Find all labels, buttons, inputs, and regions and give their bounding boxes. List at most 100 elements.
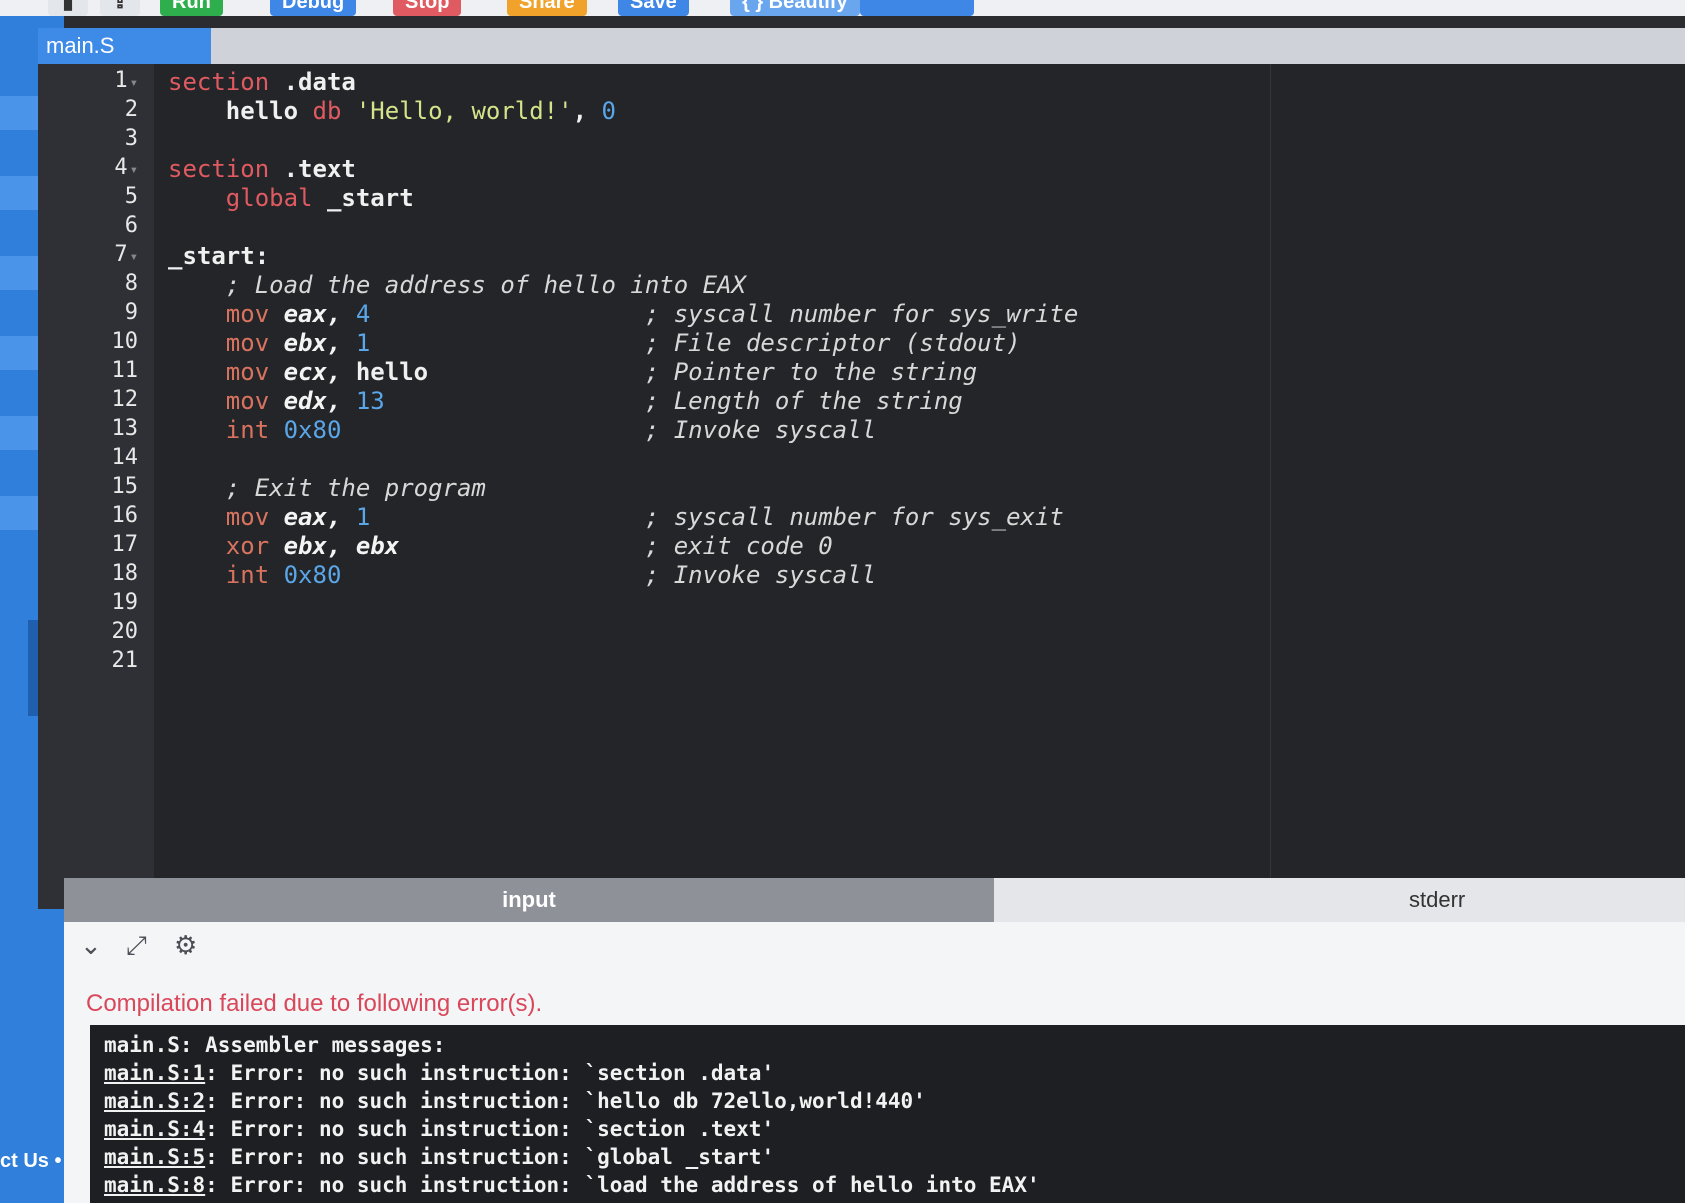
fold-toggle-icon[interactable]: ▾	[130, 162, 138, 178]
terminal-message: main.S: Assembler messages:	[104, 1033, 446, 1057]
fold-toggle-icon[interactable]: ▾	[130, 75, 138, 91]
code-token: ebx, ebx	[283, 532, 400, 560]
code-token: ; syscall number for sys_write	[370, 300, 1079, 328]
fold-toggle-icon[interactable]: ▾	[130, 249, 138, 265]
code-token: ecx,	[283, 358, 356, 386]
code-token: mov	[168, 300, 284, 328]
code-token: 13	[355, 387, 385, 415]
beautify-button[interactable]: { } Beautify	[730, 0, 860, 16]
stop-label: Stop	[405, 0, 450, 13]
tab-input[interactable]: input	[64, 878, 994, 922]
code-token: 0x80	[283, 416, 342, 444]
code-token: _start:	[168, 242, 270, 270]
line-number: 2	[124, 97, 138, 122]
code-token: 1	[355, 503, 371, 531]
share-button[interactable]: Share	[507, 0, 587, 16]
code-token: ; Invoke syscall	[341, 561, 877, 589]
contact-us-link[interactable]: ct Us •	[0, 1150, 61, 1173]
line-number: 4 ▾	[114, 155, 138, 180]
run-label: Run	[172, 0, 211, 13]
error-source-link[interactable]: main.S:4	[104, 1117, 205, 1141]
error-source-link[interactable]: main.S:8	[104, 1173, 205, 1197]
code-token: mov	[168, 387, 284, 415]
code-token: .text	[269, 155, 356, 183]
stop-button[interactable]: Stop	[393, 0, 462, 16]
error-source-link[interactable]: main.S:1	[104, 1061, 205, 1085]
error-source-link[interactable]: main.S:5	[104, 1145, 205, 1169]
code-line: int 0x80 ; Invoke syscall	[168, 561, 876, 589]
code-token: global	[168, 184, 313, 212]
code-token: ; syscall number for sys_exit	[370, 503, 1064, 531]
upload-icon[interactable]: ⇪	[100, 0, 140, 16]
line-number: 5	[124, 184, 138, 209]
expand-icon[interactable]: ⤢	[126, 930, 147, 962]
code-line: ; Exit the program	[168, 474, 486, 502]
line-number: 1 ▾	[114, 68, 138, 93]
download-button[interactable]	[860, 0, 974, 16]
code-token: ; File descriptor (stdout)	[370, 329, 1021, 357]
code-token: xor	[168, 532, 284, 560]
line-number: 7 ▾	[114, 242, 138, 267]
code-token: section	[168, 155, 270, 183]
save-button[interactable]: Save	[618, 0, 689, 16]
code-token: ,	[572, 97, 602, 125]
line-number-gutter: 1 ▾ 2 3 4 ▾ 5 6 7 ▾ 8 9 10 11 12 13 14 15 16 17 18 19 20 21	[38, 64, 154, 909]
compiler-output-terminal: main.S: Assembler messages: main.S:1 : Err…	[90, 1025, 1685, 1203]
code-token: hello	[355, 358, 429, 386]
code-token: eax,	[283, 300, 356, 328]
code-line: global _start	[168, 184, 414, 212]
debug-button[interactable]: Debug	[270, 0, 357, 16]
line-number: 9	[124, 300, 138, 325]
beautify-label: { } Beautify	[742, 0, 848, 13]
line-number: 3	[124, 126, 138, 151]
code-line: mov edx, 13 ; Length of the string	[168, 387, 963, 415]
run-button[interactable]: Run	[160, 0, 223, 16]
code-line: xor ebx, ebx ; exit code 0	[168, 532, 833, 560]
code-token: eax,	[283, 503, 356, 531]
error-source-link[interactable]: main.S:2	[104, 1089, 205, 1113]
code-token: edx,	[283, 387, 356, 415]
line-number: 11	[111, 358, 139, 383]
code-token: ; Invoke syscall	[341, 416, 877, 444]
line-number: 12	[111, 387, 139, 412]
terminal-line: main.S:5: Error: no such instruction: `g…	[104, 1145, 774, 1169]
code-token: ebx,	[283, 329, 356, 357]
code-line: _start:	[168, 242, 269, 270]
code-token: mov	[168, 503, 284, 531]
compilation-error-title: Compilation failed due to following erro…	[86, 990, 543, 1017]
line-number: 18	[111, 561, 139, 586]
tab-stderr[interactable]: stderr	[1409, 878, 1465, 922]
tab-main-s[interactable]: main.S	[38, 28, 211, 64]
code-line: section .text	[168, 155, 356, 183]
file-icon[interactable]: ▮	[48, 0, 88, 16]
share-label: Share	[519, 0, 575, 13]
line-number: 14	[111, 445, 139, 470]
code-token: 4	[355, 300, 371, 328]
code-token: ; Pointer to the string	[428, 358, 978, 386]
chevron-down-icon[interactable]: ⌄	[80, 930, 102, 961]
line-number: 10	[111, 329, 139, 354]
terminal-message: : Error: no such instruction: `global _s…	[205, 1145, 775, 1169]
save-label: Save	[630, 0, 677, 13]
code-token: mov	[168, 329, 284, 357]
editor-tab-bar: main.S	[38, 28, 1685, 64]
code-token: ; Length of the string	[384, 387, 963, 415]
code-line: hello db 'Hello, world!', 0	[168, 97, 616, 125]
terminal-line: main.S:2: Error: no such instruction: `h…	[104, 1089, 926, 1113]
line-number: 15	[111, 474, 139, 499]
code-line: section .data	[168, 68, 356, 96]
code-line: mov eax, 4 ; syscall number for sys_writ…	[168, 300, 1079, 328]
code-token: db	[298, 97, 356, 125]
toolbar: ▮ ⇪ Run Debug Stop Share Save { } Beauti…	[0, 0, 1685, 16]
code-editor[interactable]: 1 ▾ 2 3 4 ▾ 5 6 7 ▾ 8 9 10 11 12 13 14 15 16 17 18 19 20 21 sec…	[38, 64, 1685, 909]
code-line: mov eax, 1 ; syscall number for sys_exit	[168, 503, 1064, 531]
code-line: mov ecx, hello ; Pointer to the string	[168, 358, 977, 386]
gear-icon[interactable]: ⚙	[174, 930, 197, 961]
terminal-line: main.S: Assembler messages:	[104, 1033, 445, 1057]
line-number: 20	[111, 619, 139, 644]
code-line: mov ebx, 1 ; File descriptor (stdout)	[168, 329, 1021, 357]
line-number: 16	[111, 503, 139, 528]
terminal-message: : Error: no such instruction: `load the …	[205, 1173, 1040, 1197]
output-panel-controls: ⌄ ⤢ ⚙	[64, 922, 1685, 972]
line-number: 19	[111, 590, 139, 615]
